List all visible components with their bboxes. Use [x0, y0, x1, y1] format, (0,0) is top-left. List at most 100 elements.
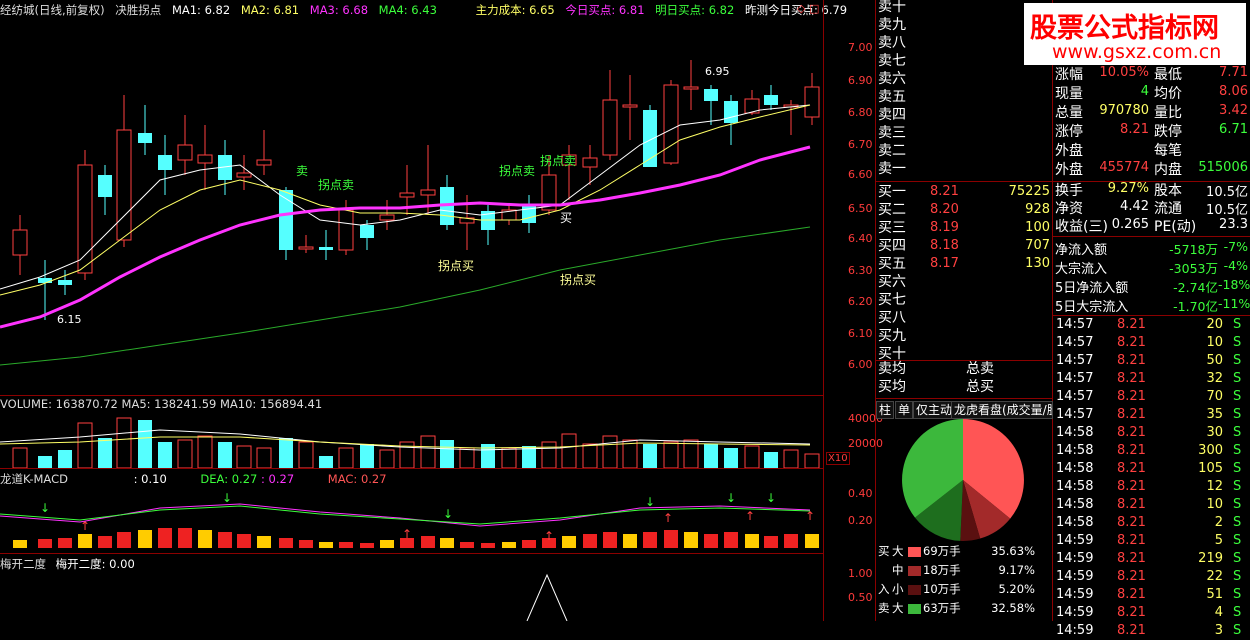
price-axis: 7.00 6.90 6.80 6.70 6.60 6.50 6.40 6.30 … [823, 0, 883, 621]
trade-volume: 105 [1198, 461, 1223, 476]
pie-swatch [908, 565, 921, 576]
trade-price: 8.21 [1117, 353, 1146, 368]
axis-tick: 6.30 [848, 264, 873, 277]
tab-dragon-tiger[interactable]: 龙虎看盘(成交量/股 [951, 401, 1053, 419]
divider [0, 553, 823, 554]
logo-url: www.gsxz.com.cn [1052, 41, 1222, 63]
trade-side: S [1233, 605, 1242, 620]
divider [0, 468, 823, 469]
trade-row: 14:58 8.21 12 S [1053, 478, 1250, 496]
buy-volume: 75225 [1008, 184, 1050, 199]
macd-axis-tick: 0.20 [848, 514, 873, 527]
price-chart[interactable] [0, 15, 823, 395]
quote-label: 每笔 [1154, 143, 1182, 159]
axis-tick: 6.70 [848, 138, 873, 151]
pie-swatch [908, 603, 921, 614]
tab-bar[interactable]: 柱 [876, 401, 895, 419]
macd-bar [98, 536, 112, 548]
macd-bar [623, 534, 637, 548]
candle-body [298, 246, 314, 250]
quote-label: 最低 [1154, 67, 1182, 83]
turn-buy-signal: 拐点买 [438, 259, 475, 273]
macd-bar [481, 543, 495, 548]
trade-volume: 22 [1206, 569, 1223, 584]
quote-label: PE(动) [1154, 219, 1197, 235]
trade-time: 14:59 [1056, 569, 1094, 584]
trade-volume: 20 [1206, 317, 1223, 332]
trade-price: 8.21 [1117, 515, 1146, 530]
quote-label: 跌停 [1154, 124, 1182, 140]
macd-bar [158, 528, 172, 548]
volume-bar [379, 449, 395, 468]
volume-bar [319, 456, 333, 468]
trade-price: 8.21 [1117, 533, 1146, 548]
pie-amount: 18万手 [923, 563, 961, 577]
quote-value: 3.42 [1219, 103, 1248, 118]
pie-pct: 32.58% [991, 601, 1035, 615]
macd-bar [218, 532, 232, 548]
pie-size: 大 [892, 544, 904, 558]
sell-level: 卖三 [878, 125, 906, 141]
candle-body [77, 164, 93, 274]
macd-bar [138, 530, 152, 548]
buy-volume [990, 327, 1050, 345]
macd-bar [643, 532, 657, 548]
trade-price: 8.21 [1117, 551, 1146, 566]
trade-time: 14:59 [1056, 533, 1094, 548]
candle-body [319, 247, 333, 250]
buy-level: 买二 [878, 202, 906, 218]
tab-single[interactable]: 单 [895, 401, 914, 419]
trade-side: S [1233, 533, 1242, 548]
trade-row: 14:57 8.21 10 S [1053, 334, 1250, 352]
quote-label: 股本 [1154, 183, 1182, 199]
quote-value: 9.27% [1107, 181, 1149, 196]
trade-price: 8.21 [1117, 335, 1146, 350]
up-arrow-icon: ↑ [402, 527, 412, 541]
trade-volume: 10 [1206, 335, 1223, 350]
flow-label: 5日净流入额 [1055, 281, 1129, 296]
macd-bar [502, 542, 516, 548]
chart-area[interactable]: 经纺城(日线,前复权) 决胜拐点 MA1: 6.82 MA2: 6.81 MA3… [0, 0, 847, 621]
macd-bar [78, 534, 92, 548]
pie-side: 入 [878, 582, 890, 596]
flow-pct: -7% [1223, 239, 1248, 254]
volume-bar [501, 447, 517, 468]
macd-axis-tick: 0.40 [848, 487, 873, 500]
quote-label: 外盘 [1055, 143, 1083, 159]
quote-value: 10.05% [1099, 65, 1149, 80]
trade-price: 8.21 [1117, 461, 1146, 476]
volume-bar [218, 442, 232, 468]
candle-body [663, 84, 679, 164]
chart-corner-icons[interactable]: ◇ □ [797, 2, 819, 15]
trade-time: 14:58 [1056, 443, 1094, 458]
candle-body [602, 99, 618, 156]
macd-chart[interactable]: ↓↓↓↓ ↓ ↓↑↑ ↑↑ ↑ ↑ [0, 486, 823, 552]
macd-bar [764, 536, 778, 548]
volume-chart[interactable] [0, 412, 823, 468]
trade-time: 14:57 [1056, 371, 1094, 386]
trade-side: S [1233, 425, 1242, 440]
sell-level: 卖八 [878, 35, 906, 51]
candle-body [420, 189, 436, 196]
buy-volume: 928 [1025, 202, 1050, 217]
volume-bar [138, 420, 152, 468]
macd-bar [745, 534, 759, 548]
up-arrow-icon: ↑ [544, 529, 554, 543]
macd-bar [319, 542, 333, 548]
macd-bar [583, 534, 597, 548]
volume-bar [360, 444, 374, 468]
axis-tick: 6.60 [848, 168, 873, 181]
trade-time: 14:57 [1056, 317, 1094, 332]
trade-side: S [1233, 461, 1242, 476]
pie-side: 卖 [878, 601, 890, 615]
flow-value: -2.74亿 [1173, 280, 1218, 295]
open2-value: 梅开二度: 0.00 [55, 557, 135, 571]
macd-bar [664, 530, 678, 548]
candle-body [38, 278, 52, 283]
open2-chart[interactable] [0, 570, 823, 621]
axis-tick: 6.80 [848, 106, 873, 119]
pie-size: 大 [892, 601, 904, 615]
trade-side: S [1233, 371, 1242, 386]
flow-pct: -11% [1218, 296, 1250, 311]
tab-active-only[interactable]: 仅主动 [913, 401, 956, 419]
